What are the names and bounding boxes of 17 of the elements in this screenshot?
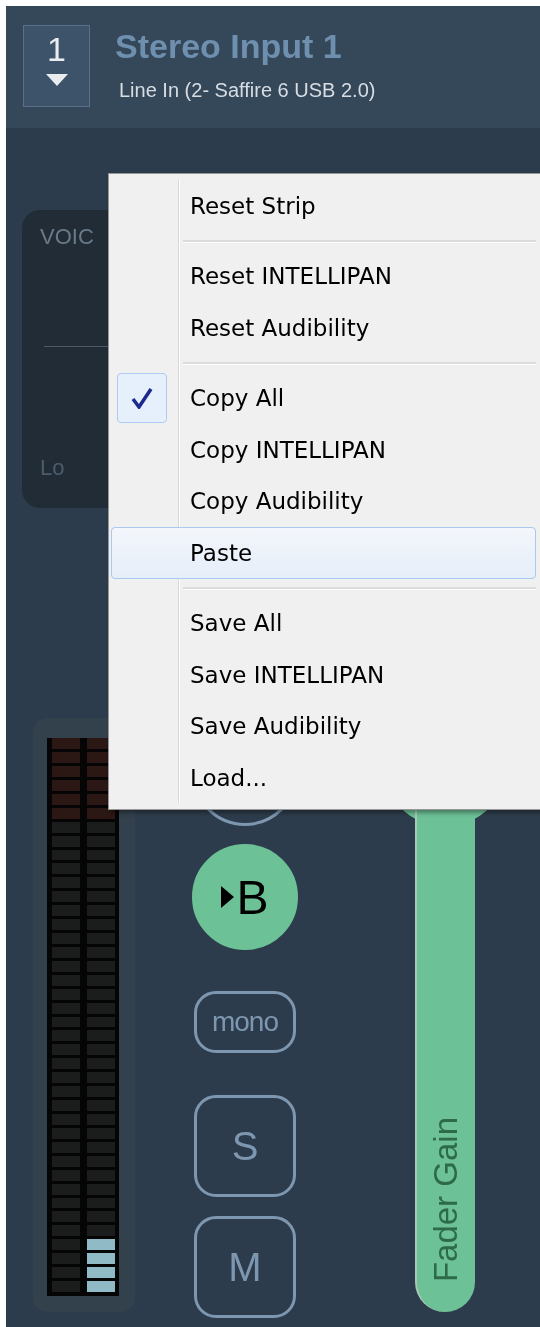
menu-item[interactable]: Paste bbox=[111, 527, 536, 579]
dropdown-icon bbox=[45, 74, 68, 86]
mono-button[interactable]: mono bbox=[194, 991, 296, 1053]
strip-number-button[interactable]: 1 bbox=[23, 25, 90, 107]
strip-title: Stereo Input 1 bbox=[115, 27, 343, 65]
toggle-button[interactable]: M bbox=[194, 1216, 296, 1318]
menu-item[interactable]: Reset Audibility bbox=[111, 302, 536, 354]
menu-item[interactable]: Reset INTELLIPAN bbox=[111, 250, 536, 302]
menu-item[interactable]: Reset Strip bbox=[111, 180, 536, 232]
round-button[interactable]: B bbox=[192, 844, 298, 950]
menu-item[interactable]: Copy INTELLIPAN bbox=[111, 424, 536, 476]
input-source-label: Line In (2- Saffire 6 USB 2.0) bbox=[118, 79, 376, 102]
toggle-button[interactable]: S bbox=[194, 1095, 296, 1197]
voice-label: VOIC bbox=[40, 224, 95, 250]
fader-label: Fader Gain bbox=[427, 1116, 465, 1282]
menu-item[interactable]: Copy All bbox=[111, 372, 536, 424]
checkmark-icon bbox=[131, 387, 153, 410]
